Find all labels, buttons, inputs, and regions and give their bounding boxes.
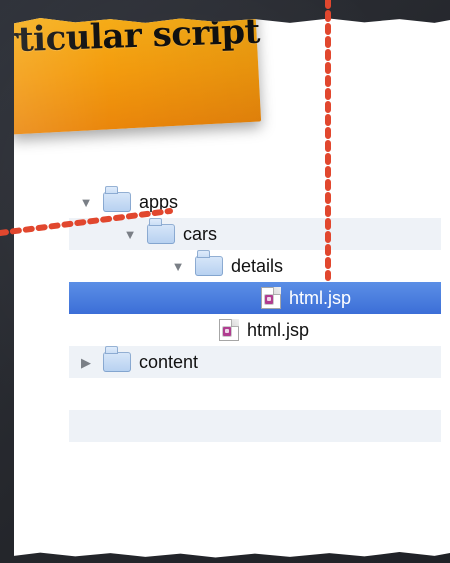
folder-icon xyxy=(147,218,175,244)
disclosure-triangle-right-icon[interactable]: ▶ xyxy=(77,353,95,371)
tree-item-content[interactable]: ▶ content xyxy=(77,346,198,378)
jsp-file-icon xyxy=(219,319,239,341)
screenshot-paper: rticular script ▼ apps ▼ cars ▼ details xyxy=(14,18,450,558)
jsp-badge-icon xyxy=(265,295,273,304)
tree-item-label: details xyxy=(231,255,284,276)
tree-item-label: apps xyxy=(139,191,179,212)
disclosure-triangle-down-icon[interactable]: ▼ xyxy=(169,257,187,275)
tree-item-label: html.jsp xyxy=(247,319,310,340)
folder-icon xyxy=(103,186,131,212)
folder-icon xyxy=(103,346,131,372)
tree-row[interactable]: ▼ apps xyxy=(69,186,441,218)
tree-item-label: html.jsp xyxy=(289,287,352,308)
empty-row xyxy=(69,410,441,442)
tree-item-cars[interactable]: ▼ cars xyxy=(121,218,217,250)
folder-icon xyxy=(195,250,223,276)
jsp-file-icon xyxy=(261,287,281,309)
tree-item-html-jsp[interactable]: html.jsp xyxy=(219,314,309,346)
file-tree: ▼ apps ▼ cars ▼ details html.jsp html.js… xyxy=(69,186,441,446)
tree-row[interactable]: ▶ content xyxy=(69,346,441,378)
disclosure-triangle-down-icon[interactable]: ▼ xyxy=(121,225,139,243)
tree-row[interactable]: ▼ details xyxy=(69,250,441,282)
empty-row xyxy=(69,378,441,410)
disclosure-triangle-down-icon[interactable]: ▼ xyxy=(77,193,95,211)
tree-item-html-jsp-selected[interactable]: html.jsp xyxy=(261,282,351,314)
tree-item-details[interactable]: ▼ details xyxy=(169,250,283,282)
tree-row[interactable]: html.jsp xyxy=(69,314,441,346)
tree-item-label: cars xyxy=(183,223,218,244)
tree-item-apps[interactable]: ▼ apps xyxy=(77,186,178,218)
tree-row[interactable]: html.jsp xyxy=(69,282,441,314)
tree-row[interactable]: ▼ cars xyxy=(69,218,441,250)
jsp-badge-icon xyxy=(223,327,231,336)
tree-item-label: content xyxy=(139,351,199,372)
